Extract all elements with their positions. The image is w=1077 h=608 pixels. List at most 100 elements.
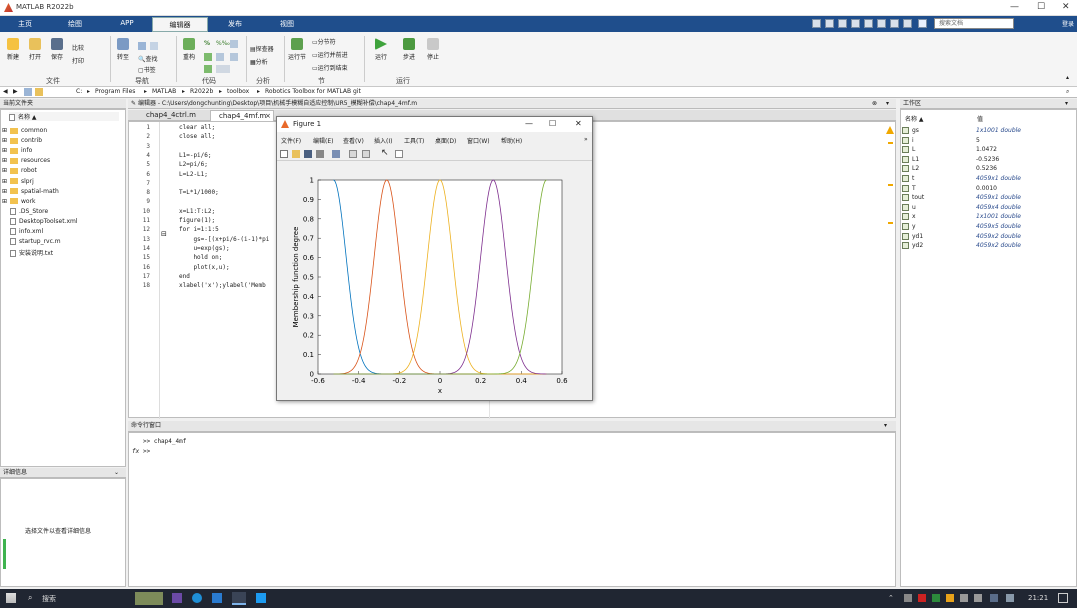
figure-window[interactable]: Figure 1 — ☐ ✕ 文件(F) 编辑(E) 查看(V) 插入(I) 工… <box>276 116 593 401</box>
link-plot-icon[interactable] <box>332 150 340 158</box>
quick-paste-icon[interactable] <box>851 19 860 28</box>
clock[interactable]: 21:21 <box>1028 594 1048 602</box>
workspace-variable[interactable]: tout 4059x1 double <box>902 193 1072 202</box>
profiler-button[interactable]: ▤探查器 <box>250 44 274 53</box>
address-part[interactable]: Program Files <box>95 87 135 97</box>
volume-icon[interactable] <box>1006 594 1014 602</box>
taskbar-search-label[interactable]: 搜索 <box>42 594 56 604</box>
legend-icon[interactable] <box>362 150 370 158</box>
tab-apps[interactable]: APP <box>110 19 144 27</box>
folder-item[interactable]: ⊞ contrib <box>2 137 42 144</box>
smart-indent-icon[interactable] <box>204 53 212 61</box>
taskbar-app-thumbnail[interactable] <box>135 592 163 605</box>
folder-item[interactable]: ⊞ common <box>2 127 47 134</box>
property-editor-icon[interactable] <box>395 150 403 158</box>
back-arrow-icon[interactable] <box>138 42 146 50</box>
address-part[interactable]: Robotics Toolbox for MATLAB git <box>265 87 361 97</box>
print-button[interactable]: 打印 <box>72 56 84 65</box>
workspace-variable[interactable]: u 4059x4 double <box>902 203 1072 212</box>
tray-icon[interactable] <box>960 594 968 602</box>
run-section-button[interactable]: 运行节 <box>288 38 306 61</box>
print-figure-icon[interactable] <box>316 150 324 158</box>
figure-menu-tools[interactable]: 工具(T) <box>404 136 424 145</box>
format-icon[interactable] <box>204 65 212 73</box>
notification-icon[interactable] <box>1058 593 1068 603</box>
editor-tab[interactable]: chap4_4ctrl.m <box>136 110 206 121</box>
file-item[interactable]: 安装说明.txt <box>10 248 53 258</box>
address-part[interactable]: MATLAB <box>152 87 176 97</box>
tab-home[interactable]: 主页 <box>8 19 42 29</box>
search-docs-input[interactable]: 搜索文档 <box>934 18 1014 29</box>
figure-menu-view[interactable]: 查看(V) <box>343 136 364 145</box>
folder-item[interactable]: ⊞ resources <box>2 157 50 164</box>
workspace-variable[interactable]: i5 <box>902 136 1072 145</box>
minimize-button[interactable]: — <box>1010 2 1019 12</box>
folder-item[interactable]: ⊞ robot <box>2 167 37 174</box>
comment-icon[interactable]: % <box>204 40 210 47</box>
file-item[interactable]: DesktopToolset.xml <box>10 217 78 225</box>
code-line[interactable]: plot(x,u); <box>179 264 229 271</box>
figure-menu-file[interactable]: 文件(F) <box>281 136 301 145</box>
quick-undo-icon[interactable] <box>864 19 873 28</box>
workspace-variable[interactable]: gs 1x1001 double <box>902 126 1072 135</box>
code-line[interactable]: for i=1:1:5 <box>179 226 219 233</box>
expand-icon[interactable]: ⊞ <box>2 147 7 154</box>
workspace-variable[interactable]: L2 0.5236 <box>902 164 1072 173</box>
tab-editor[interactable]: 编辑器 <box>152 17 208 32</box>
taskbar-app-icon[interactable] <box>172 593 182 603</box>
colorbar-icon[interactable] <box>349 150 357 158</box>
expand-icon[interactable]: ⊞ <box>2 127 7 134</box>
figure-menu-edit[interactable]: 编辑(E) <box>313 136 333 145</box>
wrap-icon[interactable] <box>230 40 238 48</box>
quick-redo-icon[interactable] <box>877 19 886 28</box>
command-prompt[interactable]: >> <box>143 448 150 455</box>
warning-icon[interactable] <box>886 126 894 134</box>
warning-marker[interactable] <box>888 222 893 224</box>
run-button[interactable]: 运行 <box>372 38 390 61</box>
folder-item[interactable]: ⊞ spatial-math <box>2 188 59 195</box>
code-line[interactable]: L2=pi/6; <box>179 161 208 168</box>
figure-menu-window[interactable]: 窗口(W) <box>467 136 490 145</box>
windows-start-icon[interactable] <box>6 593 16 603</box>
code-line[interactable]: L=L2-L1; <box>179 171 208 178</box>
folder-item[interactable]: ⊞ slprj <box>2 178 34 185</box>
code-line[interactable]: x=L1:T:L2; <box>179 208 215 215</box>
tray-icon[interactable] <box>918 594 926 602</box>
quick-help-icon[interactable] <box>903 19 912 28</box>
workspace-variable[interactable]: L 1.0472 <box>902 145 1072 154</box>
maximize-button[interactable]: ☐ <box>1037 2 1045 12</box>
code-line[interactable]: xlabel('x');ylabel('Memb <box>179 282 266 289</box>
tray-icon[interactable] <box>904 594 912 602</box>
figure-close-button[interactable]: ✕ <box>575 119 582 128</box>
chevron-down-icon[interactable]: ⌄ <box>114 468 119 478</box>
find-button[interactable]: 🔍查找 <box>138 54 158 63</box>
expand-icon[interactable]: ⊞ <box>2 188 7 195</box>
file-item[interactable]: info.xml <box>10 228 43 235</box>
figure-minimize-button[interactable]: — <box>525 119 533 128</box>
code-line[interactable]: end <box>179 273 190 280</box>
forward-arrow-icon[interactable] <box>150 42 158 50</box>
workspace-variable[interactable]: t 4059x1 double <box>902 174 1072 183</box>
tab-view[interactable]: 视图 <box>270 19 304 29</box>
network-icon[interactable] <box>990 594 998 602</box>
code-line[interactable]: u=exp(gs); <box>179 245 229 252</box>
tray-icon[interactable] <box>932 594 940 602</box>
analyze-button[interactable]: ▦分析 <box>250 57 268 66</box>
step-button[interactable]: 步进 <box>400 38 418 61</box>
code-line[interactable]: T=L*1/1000; <box>179 189 219 196</box>
ws-column-value[interactable]: 值 <box>977 114 983 123</box>
figure-menu-more-icon[interactable]: » <box>584 136 588 143</box>
code-line[interactable]: hold on; <box>179 254 222 261</box>
save-button[interactable]: 保存 <box>48 38 66 61</box>
folder-item[interactable]: ⊞ work <box>2 198 36 205</box>
forward-icon[interactable]: ▶ <box>13 87 18 97</box>
membership-plot[interactable]: -0.6 -0.4 -0.2 0 0.2 0.4 0.600.10.20.30.40.50.… <box>277 162 592 400</box>
file-item[interactable]: startup_rvc.m <box>10 238 61 246</box>
uncomment-icon[interactable]: %‰ <box>216 40 230 47</box>
close-button[interactable]: ✕ <box>1062 2 1070 12</box>
code-line[interactable]: clear all; <box>179 124 215 131</box>
ws-column-name[interactable]: 名称 ▲ <box>905 114 924 123</box>
stop-button[interactable]: 停止 <box>424 38 442 61</box>
expand-icon[interactable]: ⊞ <box>2 178 7 185</box>
outdent-icon[interactable] <box>230 53 238 61</box>
